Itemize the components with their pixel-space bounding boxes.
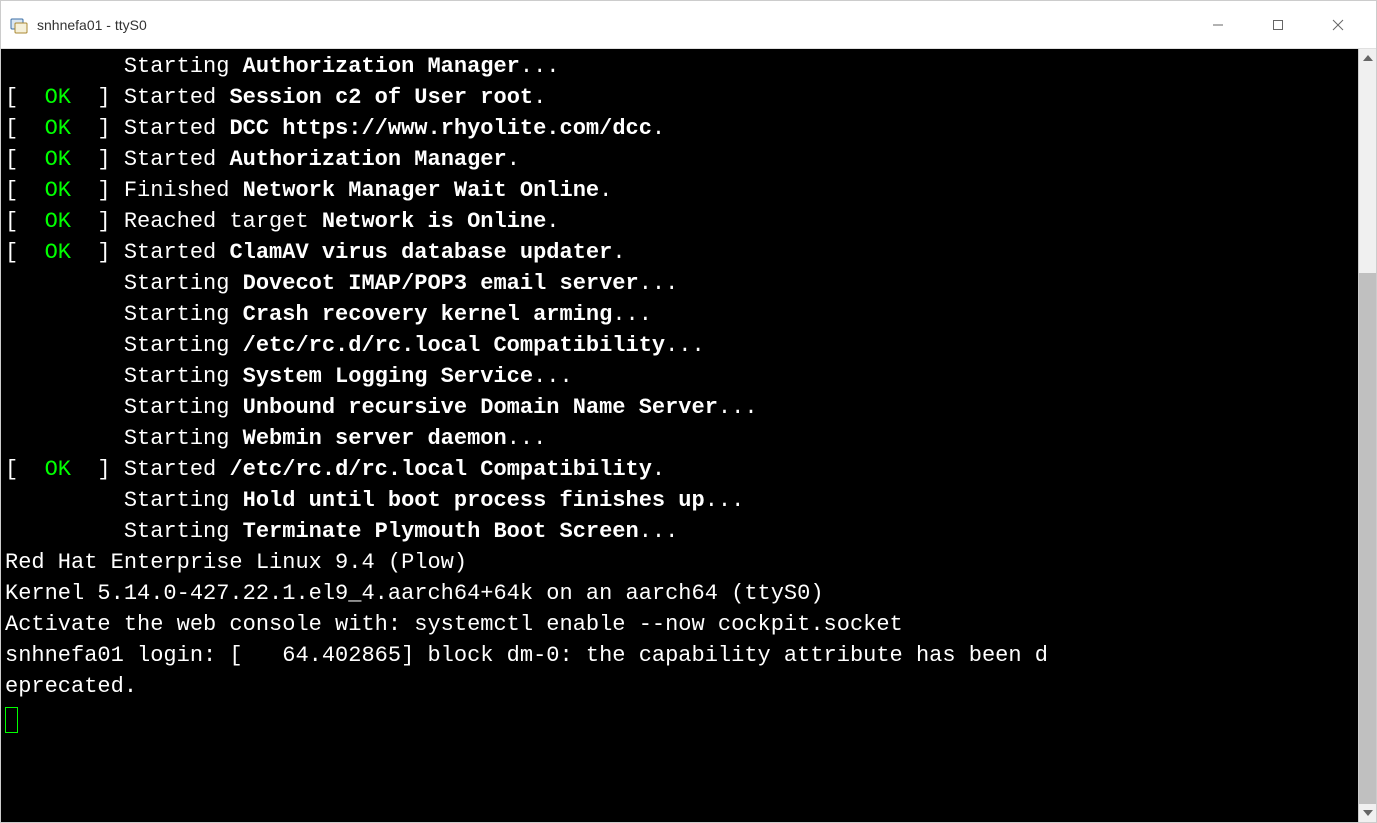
maximize-button[interactable] xyxy=(1248,5,1308,45)
os-line: Red Hat Enterprise Linux 9.4 (Plow) xyxy=(5,547,1354,578)
cursor xyxy=(5,707,18,733)
vertical-scrollbar[interactable] xyxy=(1358,49,1376,822)
boot-line: Starting Authorization Manager... xyxy=(5,51,1354,82)
scroll-up-arrow[interactable] xyxy=(1359,49,1376,67)
minimize-button[interactable] xyxy=(1188,5,1248,45)
kernel-line: Kernel 5.14.0-427.22.1.el9_4.aarch64+64k… xyxy=(5,578,1354,609)
terminal-container: Starting Authorization Manager...[ OK ] … xyxy=(1,49,1376,822)
boot-line: Starting Dovecot IMAP/POP3 email server.… xyxy=(5,268,1354,299)
boot-line: [ OK ] Started DCC https://www.rhyolite.… xyxy=(5,113,1354,144)
boot-line: [ OK ] Reached target Network is Online. xyxy=(5,206,1354,237)
app-window: snhnefa01 - ttyS0 Starting Authorization… xyxy=(0,0,1377,823)
boot-line: [ OK ] Finished Network Manager Wait Onl… xyxy=(5,175,1354,206)
boot-line: Starting Webmin server daemon... xyxy=(5,423,1354,454)
activate-line: Activate the web console with: systemctl… xyxy=(5,609,1354,640)
close-button[interactable] xyxy=(1308,5,1368,45)
boot-line: [ OK ] Started Session c2 of User root. xyxy=(5,82,1354,113)
titlebar[interactable]: snhnefa01 - ttyS0 xyxy=(1,1,1376,49)
boot-line: [ OK ] Started Authorization Manager. xyxy=(5,144,1354,175)
scroll-down-arrow[interactable] xyxy=(1359,804,1376,822)
app-icon xyxy=(9,15,29,35)
cursor-line xyxy=(5,702,1354,733)
boot-line: [ OK ] Started ClamAV virus database upd… xyxy=(5,237,1354,268)
boot-line: Starting Crash recovery kernel arming... xyxy=(5,299,1354,330)
scroll-track[interactable] xyxy=(1359,67,1376,804)
window-title: snhnefa01 - ttyS0 xyxy=(37,17,1188,33)
boot-line: Starting /etc/rc.d/rc.local Compatibilit… xyxy=(5,330,1354,361)
window-controls xyxy=(1188,5,1368,45)
terminal-output[interactable]: Starting Authorization Manager...[ OK ] … xyxy=(1,49,1358,822)
boot-line: Starting Unbound recursive Domain Name S… xyxy=(5,392,1354,423)
boot-line: Starting Terminate Plymouth Boot Screen.… xyxy=(5,516,1354,547)
boot-line: Starting Hold until boot process finishe… xyxy=(5,485,1354,516)
login-line: snhnefa01 login: [ 64.402865] block dm-0… xyxy=(5,640,1354,671)
boot-line: [ OK ] Started /etc/rc.d/rc.local Compat… xyxy=(5,454,1354,485)
scroll-thumb[interactable] xyxy=(1359,273,1376,804)
boot-line: Starting System Logging Service... xyxy=(5,361,1354,392)
login-line-2: eprecated. xyxy=(5,671,1354,702)
